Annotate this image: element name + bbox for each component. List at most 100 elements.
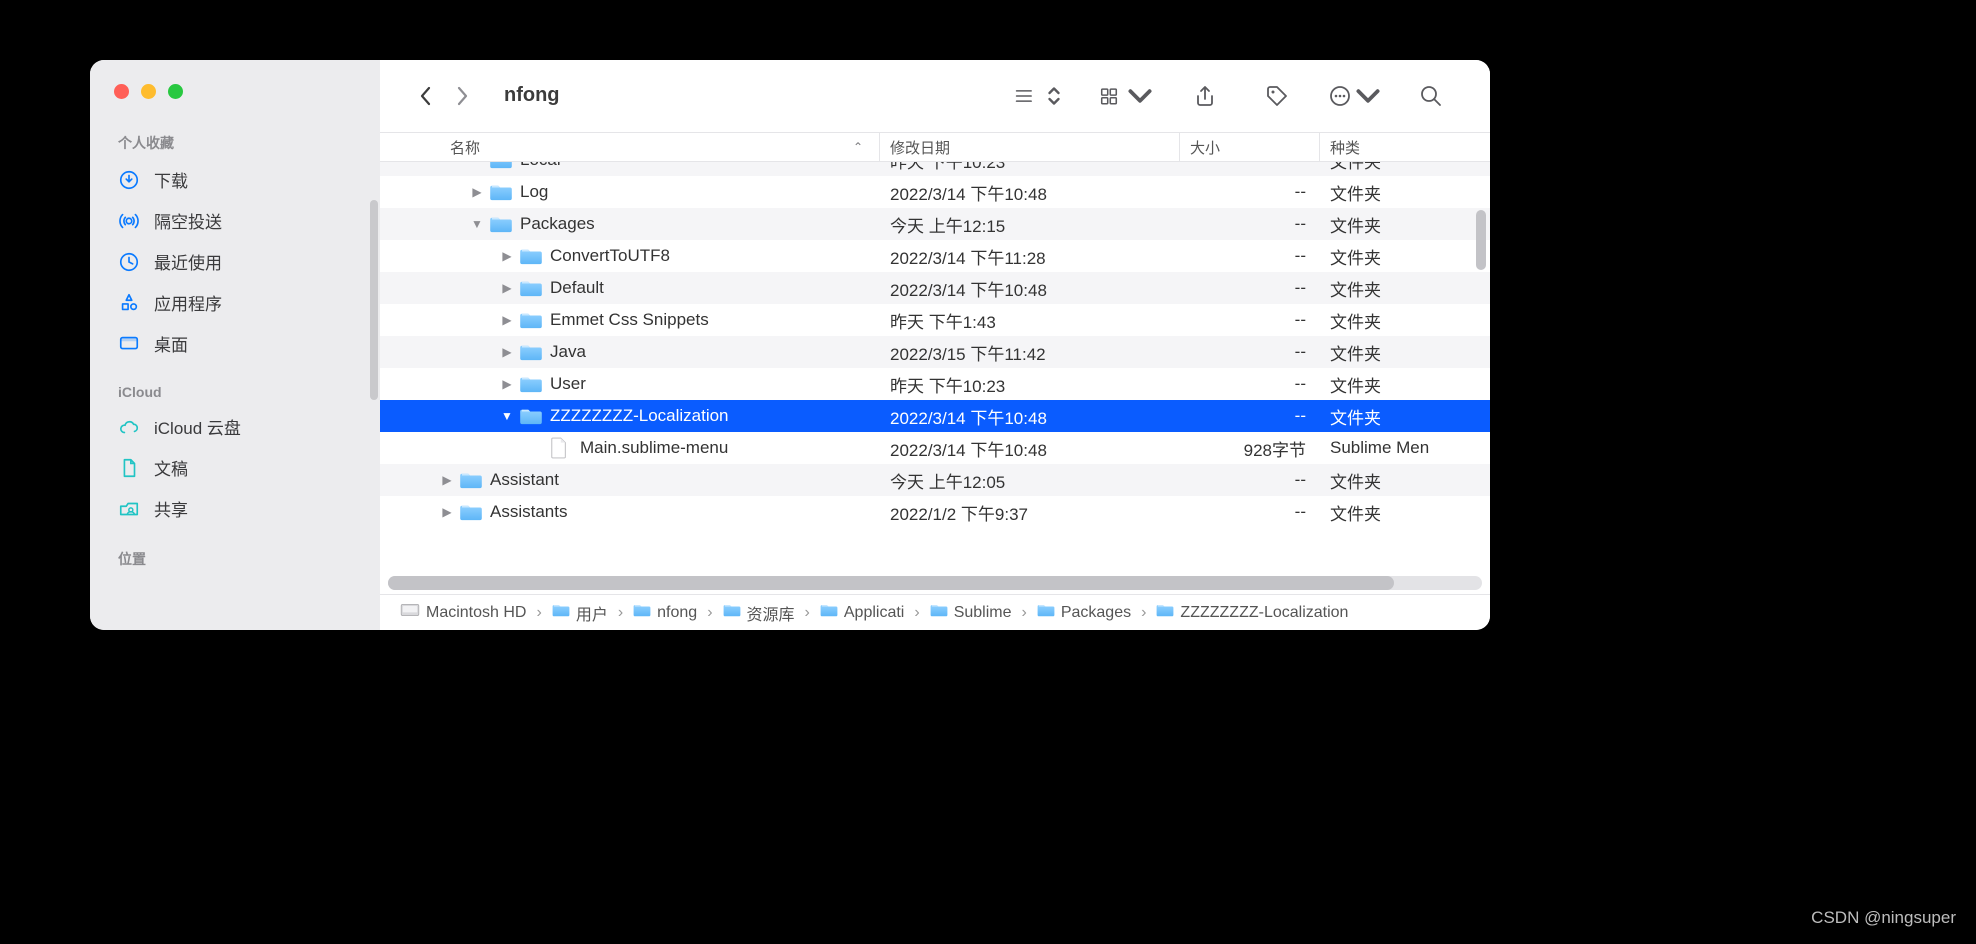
disclosure-right-icon[interactable]: ▶ xyxy=(500,281,514,295)
finder-window: 个人收藏 下载 隔空投送 最近使用 应用程序 桌面iCloud iCloud 云… xyxy=(90,60,1490,630)
search-button[interactable] xyxy=(1408,79,1454,113)
file-row[interactable]: ▶ User 昨天 下午10:23 -- 文件夹 xyxy=(380,368,1490,400)
file-date: 2022/3/14 下午10:48 xyxy=(880,276,1180,301)
sidebar-item[interactable]: 桌面 xyxy=(90,323,380,364)
file-size: -- xyxy=(1180,246,1320,266)
window-title: nfong xyxy=(504,84,560,107)
action-menu-button[interactable] xyxy=(1326,79,1382,113)
sidebar-item[interactable]: iCloud 云盘 xyxy=(90,406,380,447)
file-name: Log xyxy=(520,182,548,202)
path-segment[interactable]: Packages xyxy=(1037,603,1131,622)
file-date: 2022/3/14 下午10:48 xyxy=(880,180,1180,205)
zoom-window-button[interactable] xyxy=(168,84,183,99)
file-date: 今天 上午12:05 xyxy=(880,468,1180,493)
path-segment[interactable]: Macintosh HD xyxy=(400,602,526,623)
tags-button[interactable] xyxy=(1254,79,1300,113)
disclosure-right-icon[interactable]: ▶ xyxy=(440,473,454,487)
scrollbar-thumb[interactable] xyxy=(388,576,1394,590)
path-segment[interactable]: nfong xyxy=(633,603,697,622)
download-icon xyxy=(118,169,140,191)
sidebar-item[interactable]: 文稿 xyxy=(90,447,380,488)
file-list[interactable]: Local 昨天 下午10:23 -- 文件夹 ▶ Log 2022/3/14 … xyxy=(380,162,1490,574)
disclosure-right-icon[interactable]: ▶ xyxy=(470,185,484,199)
file-kind: 文件夹 xyxy=(1320,404,1490,429)
path-segment[interactable]: 用户 xyxy=(552,601,608,625)
folder-icon xyxy=(490,162,512,171)
disclosure-right-icon[interactable]: ▶ xyxy=(500,377,514,391)
file-row[interactable]: ▶ Emmet Css Snippets 昨天 下午1:43 -- 文件夹 xyxy=(380,304,1490,336)
disclosure-right-icon[interactable]: ▶ xyxy=(500,345,514,359)
disclosure-down-icon[interactable]: ▼ xyxy=(500,409,514,423)
file-row[interactable]: ▶ Default 2022/3/14 下午10:48 -- 文件夹 xyxy=(380,272,1490,304)
vertical-scrollbar[interactable] xyxy=(1476,210,1486,270)
file-row[interactable]: ▶ Java 2022/3/15 下午11:42 -- 文件夹 xyxy=(380,336,1490,368)
file-kind: 文件夹 xyxy=(1320,308,1490,333)
file-name: ConvertToUTF8 xyxy=(550,246,670,266)
path-segment[interactable]: Sublime xyxy=(930,603,1012,622)
file-kind: 文件夹 xyxy=(1320,244,1490,269)
file-row[interactable]: ▶ Assistant 今天 上午12:05 -- 文件夹 xyxy=(380,464,1490,496)
file-row[interactable]: ▶ Log 2022/3/14 下午10:48 -- 文件夹 xyxy=(380,176,1490,208)
chevron-right-icon: › xyxy=(534,604,543,622)
file-size: -- xyxy=(1180,342,1320,362)
disclosure-down-icon[interactable]: ▼ xyxy=(470,217,484,231)
airdrop-icon xyxy=(118,210,140,232)
view-list-button[interactable] xyxy=(1010,79,1070,113)
path-segment[interactable]: ZZZZZZZZ-Localization xyxy=(1156,603,1348,622)
column-size[interactable]: 大小 xyxy=(1180,133,1320,161)
path-label: 用户 xyxy=(576,601,608,625)
share-button[interactable] xyxy=(1182,79,1228,113)
file-row[interactable]: ▶ ConvertToUTF8 2022/3/14 下午11:28 -- 文件夹 xyxy=(380,240,1490,272)
group-button[interactable] xyxy=(1096,79,1156,113)
sidebar-section-header: iCloud xyxy=(90,378,380,406)
sidebar-scrollbar[interactable] xyxy=(370,200,378,400)
sidebar-item-label: 应用程序 xyxy=(154,290,222,315)
file-row[interactable]: ▼ Packages 今天 上午12:15 -- 文件夹 xyxy=(380,208,1490,240)
file-size: -- xyxy=(1180,470,1320,490)
file-row[interactable]: ▶ Assistants 2022/1/2 下午9:37 -- 文件夹 xyxy=(380,496,1490,528)
column-date[interactable]: 修改日期 xyxy=(880,133,1180,161)
disclosure-right-icon[interactable]: ▶ xyxy=(500,249,514,263)
path-segment[interactable]: Applicati xyxy=(820,603,904,622)
file-row[interactable]: Main.sublime-menu 2022/3/14 下午10:48 928字… xyxy=(380,432,1490,464)
folder-icon xyxy=(820,603,838,622)
desktop-icon xyxy=(118,333,140,355)
sidebar-item[interactable]: 最近使用 xyxy=(90,241,380,282)
sidebar-item[interactable]: 下载 xyxy=(90,159,380,200)
apps-icon xyxy=(118,292,140,314)
sidebar-item[interactable]: 隔空投送 xyxy=(90,200,380,241)
file-name: Local xyxy=(520,162,561,170)
file-kind: 文件夹 xyxy=(1320,180,1490,205)
file-size: -- xyxy=(1180,278,1320,298)
back-button[interactable] xyxy=(410,79,440,113)
sidebar-item[interactable]: 共享 xyxy=(90,488,380,529)
close-window-button[interactable] xyxy=(114,84,129,99)
file-size: -- xyxy=(1180,374,1320,394)
path-label: 资源库 xyxy=(747,601,795,625)
file-row[interactable]: ▼ ZZZZZZZZ-Localization 2022/3/14 下午10:4… xyxy=(380,400,1490,432)
minimize-window-button[interactable] xyxy=(141,84,156,99)
column-name[interactable]: 名称 ⌃ xyxy=(380,133,880,161)
column-headers: 名称 ⌃ 修改日期 大小 种类 xyxy=(380,132,1490,162)
file-row[interactable]: Local 昨天 下午10:23 -- 文件夹 xyxy=(380,162,1490,176)
path-segment[interactable]: 资源库 xyxy=(723,601,795,625)
path-bar: Macintosh HD› 用户› nfong› 资源库› Applicati›… xyxy=(380,594,1490,630)
file-date: 2022/3/14 下午10:48 xyxy=(880,404,1180,429)
doc-icon xyxy=(118,457,140,479)
sidebar-item[interactable]: 应用程序 xyxy=(90,282,380,323)
folder-icon xyxy=(930,603,948,622)
folder-icon xyxy=(520,405,542,427)
column-kind[interactable]: 种类 xyxy=(1320,133,1490,161)
disclosure-right-icon[interactable]: ▶ xyxy=(440,505,454,519)
file-date: 昨天 下午1:43 xyxy=(880,308,1180,333)
folder-icon xyxy=(520,245,542,267)
sidebar-item-label: 最近使用 xyxy=(154,249,222,274)
horizontal-scrollbar[interactable] xyxy=(388,576,1482,590)
file-date: 2022/3/15 下午11:42 xyxy=(880,340,1180,365)
sidebar-item-label: 桌面 xyxy=(154,331,188,356)
forward-button[interactable] xyxy=(448,79,478,113)
chevron-right-icon: › xyxy=(616,604,625,622)
disclosure-right-icon[interactable]: ▶ xyxy=(500,313,514,327)
file-size: -- xyxy=(1180,214,1320,234)
chevron-right-icon: › xyxy=(912,604,921,622)
